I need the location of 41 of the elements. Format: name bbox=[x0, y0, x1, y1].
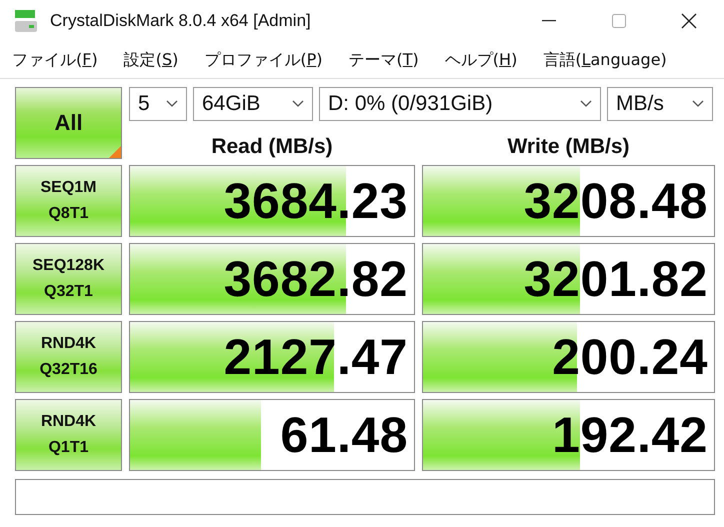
menu-item[interactable]: ヘルプ(H) bbox=[440, 50, 540, 70]
test-name: SEQ128K bbox=[32, 257, 105, 275]
test-button[interactable]: SEQ1M Q8T1 bbox=[15, 165, 122, 237]
speed-value: 3201.82 bbox=[524, 250, 708, 308]
close-icon bbox=[681, 13, 697, 29]
menu-item[interactable]: テーマ(T) bbox=[344, 50, 441, 70]
speed-value: 192.42 bbox=[552, 406, 708, 464]
test-name: RND4K bbox=[40, 335, 96, 353]
chevron-icon bbox=[292, 100, 304, 108]
run-all-button[interactable]: All bbox=[15, 87, 122, 159]
test-name: SEQ1M bbox=[40, 179, 96, 197]
speed-value: 200.24 bbox=[552, 328, 708, 386]
dropdown[interactable]: 64GiB bbox=[193, 87, 313, 121]
column-header: Read (MB/s) bbox=[211, 135, 333, 159]
speed-value: 3208.48 bbox=[524, 172, 708, 230]
test-params: Q32T1 bbox=[44, 283, 93, 301]
chevron-icon bbox=[692, 100, 704, 108]
test-name: RND4K bbox=[40, 413, 96, 431]
menu-item[interactable]: 設定(S) bbox=[120, 50, 200, 70]
comment-field[interactable] bbox=[15, 479, 715, 515]
dropdown[interactable]: D: 0% (0/931GiB) bbox=[319, 87, 601, 121]
test-button[interactable]: RND4K Q32T16 bbox=[15, 321, 122, 393]
chevron-icon bbox=[166, 100, 178, 108]
test-params: Q8T1 bbox=[48, 205, 88, 223]
test-button[interactable]: RND4K Q1T1 bbox=[15, 399, 122, 471]
disk-drive-icon bbox=[14, 9, 38, 33]
window-title: CrystalDiskMark 8.0.4 x64 [Admin] bbox=[50, 11, 312, 31]
test-params: Q1T1 bbox=[48, 439, 88, 457]
speed-value: 61.48 bbox=[280, 406, 408, 464]
menu-item[interactable]: ファイル(F) bbox=[8, 50, 120, 70]
test-params: Q32T16 bbox=[40, 361, 98, 379]
minimize-icon bbox=[542, 20, 556, 22]
test-button[interactable]: SEQ128K Q32T1 bbox=[15, 243, 122, 315]
column-header: Write (MB/s) bbox=[507, 135, 630, 159]
chevron-icon bbox=[580, 100, 592, 108]
corner-triangle-icon bbox=[109, 146, 121, 158]
dropdown[interactable]: 5 bbox=[129, 87, 187, 121]
menu-item[interactable]: プロファイル(P) bbox=[200, 50, 345, 70]
maximize-icon bbox=[612, 14, 626, 28]
menu-item[interactable]: 言語(Language) bbox=[539, 50, 689, 70]
dropdown[interactable]: MB/s bbox=[607, 87, 713, 121]
